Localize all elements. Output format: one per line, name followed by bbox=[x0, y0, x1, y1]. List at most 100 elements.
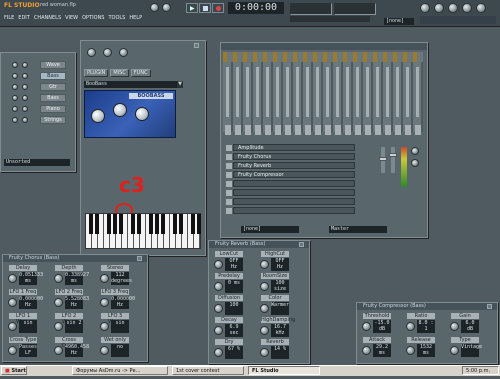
param-knob[interactable] bbox=[260, 348, 269, 357]
channel-vol-knob[interactable] bbox=[22, 84, 28, 90]
taskbar-task-flstudio[interactable]: FL Studio bbox=[248, 366, 320, 375]
param-knob[interactable] bbox=[8, 274, 17, 283]
param-knob[interactable] bbox=[100, 322, 109, 331]
close-icon[interactable] bbox=[137, 256, 142, 261]
fx-slot-chorus[interactable]: Fruity Chorus bbox=[226, 153, 355, 160]
channel-pan-knob[interactable] bbox=[12, 62, 18, 68]
channel-vol-knob[interactable] bbox=[22, 62, 28, 68]
plugin-pitch-knob[interactable] bbox=[119, 48, 128, 57]
channel-button[interactable]: Gtr bbox=[40, 83, 66, 91]
preset-selector[interactable]: BooBass bbox=[84, 81, 178, 88]
toolbar-knob-4[interactable] bbox=[462, 3, 472, 13]
channel-button[interactable]: Bass bbox=[40, 94, 66, 102]
toolbar-knob-3[interactable] bbox=[448, 3, 458, 13]
mixer-faders[interactable] bbox=[223, 67, 423, 117]
play-button[interactable]: ▶ bbox=[186, 3, 198, 13]
tempo-display[interactable] bbox=[290, 3, 332, 15]
param-knob[interactable] bbox=[214, 326, 223, 335]
treble-knob[interactable] bbox=[135, 107, 149, 121]
start-button[interactable]: ■ Start bbox=[1, 366, 27, 375]
param-knob[interactable] bbox=[8, 298, 17, 307]
bass-knob[interactable] bbox=[91, 109, 105, 123]
preset-dropdown-icon[interactable]: ▼ bbox=[177, 81, 183, 88]
param-knob[interactable] bbox=[362, 346, 371, 355]
stop-button[interactable] bbox=[199, 3, 211, 13]
menu-help[interactable]: HELP bbox=[129, 15, 142, 23]
piano-keyboard[interactable] bbox=[85, 213, 202, 249]
channel-pan-knob[interactable] bbox=[12, 95, 18, 101]
master-pitch-knob[interactable] bbox=[162, 3, 171, 12]
close-icon[interactable] bbox=[487, 304, 492, 309]
param-knob[interactable] bbox=[100, 346, 109, 355]
toolbar-knob-1[interactable] bbox=[420, 3, 430, 13]
mixer-output-select[interactable]: Master bbox=[329, 226, 387, 233]
param-knob[interactable] bbox=[260, 304, 269, 313]
tab-plugin[interactable]: PLUGIN bbox=[84, 69, 109, 77]
fx-slot-reverb[interactable]: Fruity Reverb bbox=[226, 162, 355, 169]
fx-slot-empty[interactable] bbox=[226, 198, 355, 205]
param-knob[interactable] bbox=[450, 346, 459, 355]
taskbar-task-forum[interactable]: Форумы AsDm.ru -> Ре... bbox=[72, 366, 168, 375]
plugin-pan-knob[interactable] bbox=[103, 48, 112, 57]
menu-options[interactable]: OPTIONS bbox=[82, 15, 104, 23]
param-knob[interactable] bbox=[260, 260, 269, 269]
channel-button[interactable]: Wave bbox=[40, 61, 66, 69]
close-icon[interactable] bbox=[299, 242, 304, 247]
param-knob[interactable] bbox=[100, 274, 109, 283]
channel-row[interactable]: Strings bbox=[4, 116, 68, 125]
channel-pan-knob[interactable] bbox=[12, 106, 18, 112]
record-button[interactable] bbox=[212, 3, 224, 13]
mixer-input-select[interactable]: [none] bbox=[241, 226, 299, 233]
menu-file[interactable]: FILE bbox=[4, 15, 14, 23]
track-volume-fader[interactable] bbox=[379, 147, 387, 173]
channel-row[interactable]: Piano bbox=[4, 105, 68, 114]
fx-slot-empty[interactable] bbox=[226, 207, 355, 214]
menu-channels[interactable]: CHANNELS bbox=[34, 15, 61, 23]
param-knob[interactable] bbox=[260, 326, 269, 335]
param-knob[interactable] bbox=[214, 304, 223, 313]
menu-tools[interactable]: TOOLS bbox=[108, 15, 125, 23]
tab-misc[interactable]: MISC bbox=[110, 69, 129, 77]
fx-slot-empty[interactable] bbox=[226, 180, 355, 187]
channel-row[interactable]: Gtr bbox=[4, 83, 68, 92]
param-knob[interactable] bbox=[406, 346, 415, 355]
master-volume-knob[interactable] bbox=[150, 3, 159, 12]
track-pan-fader[interactable] bbox=[389, 147, 397, 173]
fx-slot-empty[interactable] bbox=[226, 189, 355, 196]
param-knob[interactable] bbox=[214, 282, 223, 291]
toolbar-knob-2[interactable] bbox=[434, 3, 444, 13]
mixer-send-knobs[interactable] bbox=[223, 125, 423, 135]
channel-pan-knob[interactable] bbox=[12, 73, 18, 79]
channel-button-selected[interactable]: Bass bbox=[40, 72, 66, 80]
channel-vol-knob[interactable] bbox=[22, 95, 28, 101]
menu-edit[interactable]: EDIT bbox=[18, 15, 30, 23]
param-knob[interactable] bbox=[214, 260, 223, 269]
pattern-selector[interactable]: [none] bbox=[384, 18, 414, 25]
channel-button[interactable]: Strings bbox=[40, 116, 66, 124]
param-knob[interactable] bbox=[8, 346, 17, 355]
param-knob[interactable] bbox=[406, 322, 415, 331]
channel-row[interactable]: Wave bbox=[4, 61, 68, 70]
channel-button[interactable]: Piano bbox=[40, 105, 66, 113]
channel-row[interactable]: Bass bbox=[4, 94, 68, 103]
channel-row[interactable]: Bass bbox=[4, 72, 68, 81]
channel-filter-select[interactable]: Unsorted bbox=[4, 159, 70, 166]
fx-slot-amplitude[interactable]: Amplitude bbox=[226, 144, 355, 151]
channel-vol-knob[interactable] bbox=[22, 117, 28, 123]
track-eq-knob[interactable] bbox=[411, 159, 419, 167]
param-knob[interactable] bbox=[54, 274, 63, 283]
param-knob[interactable] bbox=[260, 282, 269, 291]
channel-pan-knob[interactable] bbox=[12, 117, 18, 123]
param-knob[interactable] bbox=[362, 322, 371, 331]
param-knob[interactable] bbox=[100, 298, 109, 307]
channel-pan-knob[interactable] bbox=[12, 84, 18, 90]
param-knob[interactable] bbox=[54, 322, 63, 331]
close-icon[interactable] bbox=[194, 43, 199, 48]
menu-view[interactable]: VIEW bbox=[65, 15, 78, 23]
toolbar-knob-5[interactable] bbox=[476, 3, 486, 13]
plugin-volume-knob[interactable] bbox=[87, 48, 96, 57]
param-knob[interactable] bbox=[54, 298, 63, 307]
param-knob[interactable] bbox=[450, 322, 459, 331]
channel-vol-knob[interactable] bbox=[22, 73, 28, 79]
param-knob[interactable] bbox=[8, 322, 17, 331]
